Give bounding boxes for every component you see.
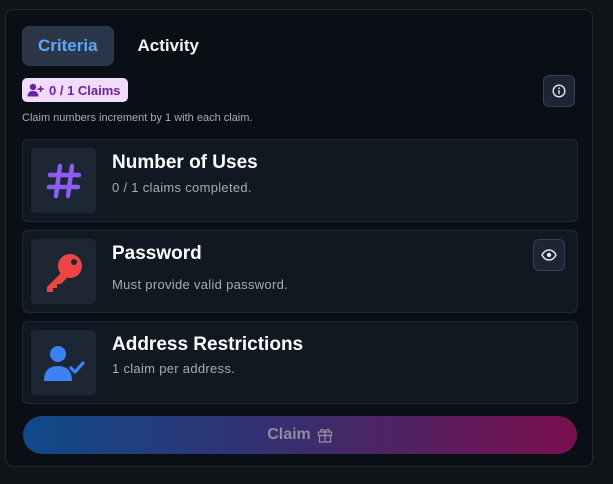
criteria-icon-box bbox=[31, 330, 96, 395]
criteria-description: 1 claim per address. bbox=[112, 361, 236, 376]
user-plus-icon bbox=[27, 83, 44, 97]
show-password-button[interactable] bbox=[533, 239, 565, 271]
user-check-icon bbox=[42, 343, 86, 383]
criteria-description: 0 / 1 claims completed. bbox=[112, 180, 252, 195]
criteria-card-address-restrictions: Address Restrictions 1 claim per address… bbox=[22, 321, 578, 404]
claims-count-label: 0 / 1 Claims bbox=[49, 82, 121, 98]
tab-bar: Criteria Activity bbox=[22, 26, 215, 66]
gift-icon bbox=[317, 427, 333, 443]
claim-panel: Criteria Activity 0 / 1 Claims Claim num… bbox=[5, 9, 593, 467]
claim-button[interactable]: Claim bbox=[23, 416, 577, 454]
tab-criteria[interactable]: Criteria bbox=[22, 26, 114, 66]
claims-note: Claim numbers increment by 1 with each c… bbox=[22, 112, 253, 124]
info-icon bbox=[552, 84, 566, 98]
criteria-description: Must provide valid password. bbox=[112, 277, 289, 292]
info-button[interactable] bbox=[543, 75, 575, 107]
criteria-title: Address Restrictions bbox=[112, 334, 304, 355]
criteria-title: Password bbox=[112, 243, 202, 264]
criteria-icon-box bbox=[31, 239, 96, 304]
criteria-icon-box bbox=[31, 148, 96, 213]
eye-icon bbox=[541, 249, 557, 261]
claim-button-label: Claim bbox=[267, 426, 311, 443]
criteria-title: Number of Uses bbox=[112, 152, 258, 173]
criteria-card-number-of-uses: Number of Uses 0 / 1 claims completed. bbox=[22, 139, 578, 222]
claims-count-badge: 0 / 1 Claims bbox=[22, 78, 128, 102]
tab-activity[interactable]: Activity bbox=[122, 26, 215, 66]
criteria-card-password: Password Must provide valid password. bbox=[22, 230, 578, 313]
key-icon bbox=[42, 250, 86, 294]
hashtag-icon bbox=[44, 161, 84, 201]
